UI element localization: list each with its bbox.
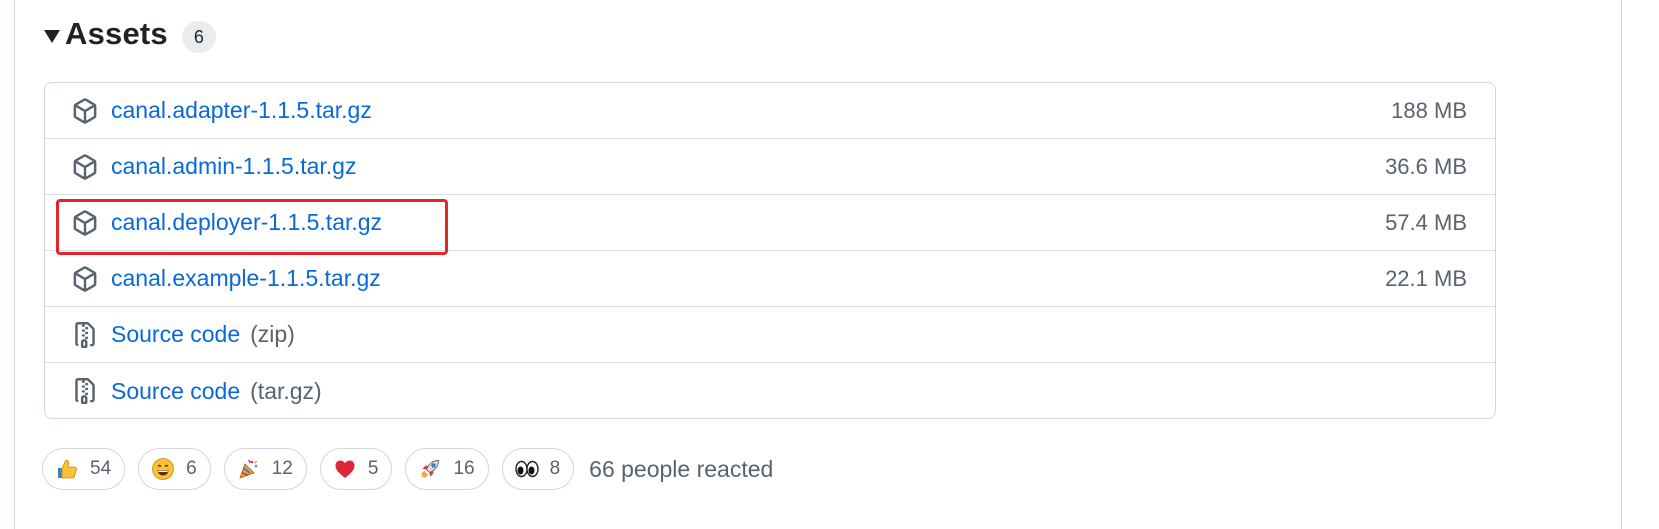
reaction-hooray[interactable]: 12 xyxy=(223,448,307,490)
asset-format: (tar.gz) xyxy=(250,377,322,404)
package-icon xyxy=(71,153,99,181)
reaction-count: 54 xyxy=(90,458,112,479)
reaction-count: 6 xyxy=(186,458,197,479)
reaction-thumbs-up[interactable]: 54 xyxy=(42,448,126,490)
hooray-icon xyxy=(236,456,262,482)
eyes-icon xyxy=(514,456,540,482)
asset-row: canal.example-1.1.5.tar.gz 22.1 MB xyxy=(45,251,1495,307)
reaction-eyes[interactable]: 8 xyxy=(501,448,575,490)
source-code-targz-link[interactable]: Source code (tar.gz) xyxy=(111,378,322,405)
asset-row: Source code (zip) xyxy=(45,307,1495,363)
assets-title: Assets xyxy=(65,16,168,51)
thumbs-up-icon xyxy=(54,456,80,482)
asset-size: 57.4 MB xyxy=(1385,209,1467,235)
package-icon xyxy=(71,265,99,293)
file-zip-icon xyxy=(71,321,99,349)
reaction-laugh[interactable]: 6 xyxy=(138,448,211,490)
assets-toggle[interactable]: Assets 6 xyxy=(44,12,216,56)
asset-size: 36.6 MB xyxy=(1385,153,1467,179)
asset-size: 22.1 MB xyxy=(1385,265,1467,291)
reaction-count: 8 xyxy=(549,458,561,479)
reaction-count: 12 xyxy=(271,458,293,479)
asset-row: Source code (tar.gz) xyxy=(45,363,1495,418)
file-zip-icon xyxy=(71,377,99,405)
asset-link-label: Source code xyxy=(111,377,241,404)
reaction-count: 5 xyxy=(367,458,379,479)
reaction-count: 16 xyxy=(453,458,475,479)
asset-format: (zip) xyxy=(250,321,295,347)
heart-icon xyxy=(332,456,358,482)
reaction-heart[interactable]: 5 xyxy=(319,448,393,490)
reaction-rocket[interactable]: 16 xyxy=(405,448,489,490)
asset-link[interactable]: canal.example-1.1.5.tar.gz xyxy=(111,265,381,292)
asset-row: canal.adapter-1.1.5.tar.gz 188 MB xyxy=(45,83,1495,139)
asset-row: canal.admin-1.1.5.tar.gz 36.6 MB xyxy=(45,139,1495,195)
package-icon xyxy=(71,97,99,125)
caret-down-icon xyxy=(44,29,60,43)
highlight-box xyxy=(56,199,448,255)
asset-size: 188 MB xyxy=(1391,97,1467,123)
reactions-bar: 54 6 12 5 16 8 66 people reacted xyxy=(42,446,773,492)
reactions-summary: 66 people reacted xyxy=(589,455,774,482)
rocket-icon xyxy=(417,456,443,482)
asset-link-label: Source code xyxy=(111,321,241,347)
laugh-icon xyxy=(150,456,176,482)
asset-link[interactable]: canal.adapter-1.1.5.tar.gz xyxy=(111,97,372,124)
source-code-zip-link[interactable]: Source code (zip) xyxy=(111,321,295,348)
asset-link[interactable]: canal.admin-1.1.5.tar.gz xyxy=(111,153,356,180)
assets-count-badge: 6 xyxy=(181,21,216,53)
